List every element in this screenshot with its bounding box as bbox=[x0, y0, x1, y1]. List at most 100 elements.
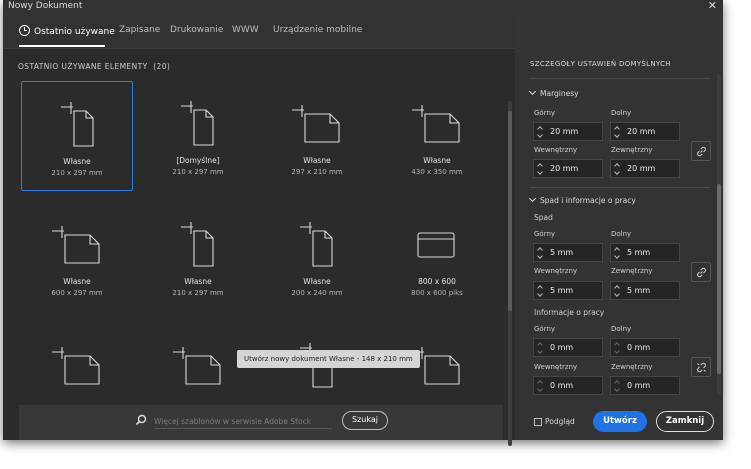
field-value: 20 mm bbox=[627, 127, 656, 136]
bleed-bottom-label: Dolny bbox=[611, 230, 632, 238]
field-value: 0 mm bbox=[627, 343, 651, 352]
tab-mobile[interactable]: Urządzenie mobilne bbox=[273, 25, 362, 35]
window-title: Nowy Dokument bbox=[8, 1, 83, 11]
tab-web[interactable]: WWW bbox=[232, 25, 259, 35]
recent-items-pane: OSTATNIO UŻYWANE ELEMENTY (20) Własne 210… bbox=[3, 49, 515, 446]
margin-top-field[interactable]: 20 mm bbox=[533, 122, 603, 141]
title-bar: Nowy Dokument ✕ bbox=[3, 0, 723, 14]
stepper-arrows-icon[interactable] bbox=[615, 380, 621, 392]
preset-card[interactable]: [Domyślne] 210 x 297 mm bbox=[142, 81, 254, 191]
stepper-arrows-icon[interactable] bbox=[615, 285, 621, 297]
tab-recent[interactable]: Ostatnio używane bbox=[19, 25, 115, 37]
preset-name: [Domyślne] bbox=[176, 156, 220, 165]
preset-card[interactable]: Własne 430 x 350 mm bbox=[381, 81, 493, 191]
unlink-slug-button[interactable] bbox=[691, 357, 711, 377]
margin-outer-label: Zewnętrzny bbox=[611, 146, 653, 154]
preset-name: Własne bbox=[63, 157, 91, 166]
link-icon bbox=[697, 267, 706, 278]
bleed-inner-field[interactable]: 5 mm bbox=[533, 281, 603, 300]
margin-bottom-field[interactable]: 20 mm bbox=[610, 122, 680, 141]
divider bbox=[530, 78, 710, 79]
tab-print[interactable]: Drukowanie bbox=[170, 25, 223, 35]
bleed-slug-toggle[interactable]: Spad i informacje o pracy bbox=[528, 194, 636, 205]
chevron-down-icon bbox=[528, 194, 537, 203]
field-value: 5 mm bbox=[627, 248, 651, 257]
slug-inner-field[interactable]: 0 mm bbox=[533, 376, 603, 395]
slug-bottom-field[interactable]: 0 mm bbox=[610, 338, 680, 357]
preset-size: 800 x 600 piks bbox=[411, 289, 463, 297]
bleed-label: Spad bbox=[534, 213, 553, 222]
section-title: OSTATNIO UŻYWANE ELEMENTY (20) bbox=[18, 62, 170, 71]
details-title: SZCZEGÓŁY USTAWIEŃ DOMYŚLNYCH bbox=[530, 60, 671, 68]
preset-card[interactable]: Własne 210 x 297 mm bbox=[142, 202, 254, 312]
stepper-arrows-icon[interactable] bbox=[538, 380, 544, 392]
stepper-arrows-icon[interactable] bbox=[538, 285, 544, 297]
tab-saved[interactable]: Zapisane bbox=[119, 25, 160, 35]
chevron-down-icon bbox=[528, 87, 537, 96]
preview-label: Podgląd bbox=[545, 417, 575, 426]
preset-size: 210 x 297 mm bbox=[51, 169, 103, 177]
preset-card[interactable]: Własne 210 x 297 mm bbox=[21, 81, 133, 191]
preset-size: 210 x 297 mm bbox=[172, 289, 224, 297]
tooltip: Utwórz nowy dokument Własne - 148 x 210 … bbox=[237, 350, 420, 368]
group-label: Spad i informacje o pracy bbox=[540, 196, 636, 205]
field-value: 0 mm bbox=[627, 381, 651, 390]
stepper-arrows-icon[interactable] bbox=[538, 342, 544, 354]
margin-outer-field[interactable]: 20 mm bbox=[610, 159, 680, 178]
preset-name: Własne bbox=[63, 277, 91, 286]
field-value: 5 mm bbox=[550, 286, 574, 295]
field-value: 20 mm bbox=[550, 127, 579, 136]
bleed-top-label: Górny bbox=[534, 230, 556, 238]
scrollbar[interactable] bbox=[717, 74, 721, 394]
preset-name: Własne bbox=[184, 277, 212, 286]
field-value: 5 mm bbox=[627, 286, 651, 295]
stepper-arrows-icon[interactable] bbox=[615, 163, 621, 175]
close-button[interactable]: Zamknij bbox=[656, 411, 714, 432]
link-margins-button[interactable] bbox=[691, 141, 711, 161]
section-heading: OSTATNIO UŻYWANE ELEMENTY bbox=[18, 62, 148, 71]
margins-toggle[interactable]: Marginesy bbox=[528, 87, 579, 98]
stepper-arrows-icon[interactable] bbox=[615, 342, 621, 354]
scrollbar[interactable] bbox=[508, 101, 512, 446]
stepper-arrows-icon[interactable] bbox=[538, 247, 544, 259]
margin-bottom-label: Dolny bbox=[611, 109, 632, 117]
preset-card[interactable]: Własne 600 x 297 mm bbox=[21, 202, 133, 312]
close-icon[interactable]: ✕ bbox=[708, 0, 717, 12]
slug-label: Informacje o pracy bbox=[534, 308, 605, 317]
bleed-outer-field[interactable]: 5 mm bbox=[610, 281, 680, 300]
preview-checkbox[interactable] bbox=[534, 418, 542, 426]
group-label: Marginesy bbox=[540, 89, 579, 98]
stepper-arrows-icon[interactable] bbox=[615, 247, 621, 259]
item-count: (20) bbox=[153, 62, 171, 71]
preset-size: 297 x 210 mm bbox=[291, 168, 343, 176]
new-document-dialog: Nowy Dokument ✕ Ostatnio używane Zapisan… bbox=[3, 0, 723, 446]
bleed-top-field[interactable]: 5 mm bbox=[533, 243, 603, 262]
slug-outer-field[interactable]: 0 mm bbox=[610, 376, 680, 395]
margin-top-label: Górny bbox=[534, 109, 556, 117]
preset-card[interactable]: Własne 297 x 210 mm bbox=[261, 81, 373, 191]
search-button[interactable]: Szukaj bbox=[342, 411, 388, 430]
clock-icon bbox=[19, 25, 30, 36]
stepper-arrows-icon[interactable] bbox=[615, 126, 621, 138]
stepper-arrows-icon[interactable] bbox=[538, 163, 544, 175]
search-input[interactable] bbox=[154, 414, 332, 429]
margin-inner-field[interactable]: 20 mm bbox=[533, 159, 603, 178]
scrollbar-thumb[interactable] bbox=[717, 184, 721, 374]
bleed-bottom-field[interactable]: 5 mm bbox=[610, 243, 680, 262]
preset-card[interactable]: Własne 200 x 240 mm bbox=[261, 202, 373, 312]
create-button[interactable]: Utwórz bbox=[593, 411, 647, 432]
scrollbar-thumb[interactable] bbox=[508, 111, 512, 311]
slug-top-field[interactable]: 0 mm bbox=[533, 338, 603, 357]
link-bleed-button[interactable] bbox=[691, 262, 711, 282]
slug-inner-label: Wewnętrzny bbox=[534, 363, 578, 371]
preset-tabs: Ostatnio używane Zapisane Drukowanie WWW… bbox=[3, 14, 515, 49]
preset-card[interactable]: 800 x 600 800 x 600 piks bbox=[381, 202, 493, 312]
slug-top-label: Górny bbox=[534, 325, 556, 333]
stepper-arrows-icon[interactable] bbox=[538, 126, 544, 138]
search-icon[interactable] bbox=[135, 414, 147, 426]
preset-size: 200 x 240 mm bbox=[291, 289, 343, 297]
link-icon bbox=[697, 146, 706, 157]
preset-name: Własne bbox=[303, 156, 331, 165]
margin-inner-label: Wewnętrzny bbox=[534, 146, 578, 154]
preset-size: 210 x 297 mm bbox=[172, 168, 224, 176]
